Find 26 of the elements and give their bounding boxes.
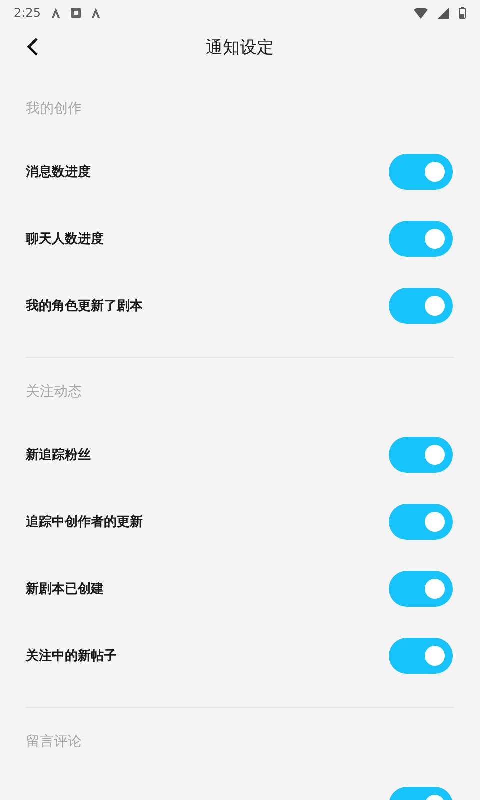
setting-label: 新剧本已创建 [26,580,104,598]
toggle-switch[interactable] [389,436,453,472]
toggle-switch[interactable] [389,288,453,324]
notification-icon [50,8,61,18]
toggle-switch[interactable] [389,570,453,606]
wifi-icon [414,8,428,18]
signal-icon [438,8,449,18]
section-title: 我的创作 [26,100,83,119]
battery-icon [459,7,466,19]
setting-label: 新追踪粉丝 [26,446,91,464]
notification-icon [70,8,81,18]
status-time: 2:25 [14,6,41,20]
section-title: 留言评论 [26,733,83,752]
setting-label: 关注中的新帖子 [26,648,117,664]
section-title: 关注动态 [26,383,83,402]
toggle-switch[interactable] [389,504,453,540]
toggle-switch[interactable] [389,220,453,256]
back-icon [26,37,40,57]
setting-label: 消息数进度 [26,164,91,180]
page-title: 通知设定 [206,36,274,58]
toggle-switch[interactable] [389,154,453,190]
notification-icon [90,8,101,18]
setting-label: 追踪中创作者的更新 [26,514,143,530]
setting-label: 聊天人数进度 [26,230,104,248]
toggle-switch[interactable] [389,638,453,674]
setting-label: 我的角色更新了剧本 [26,298,143,314]
